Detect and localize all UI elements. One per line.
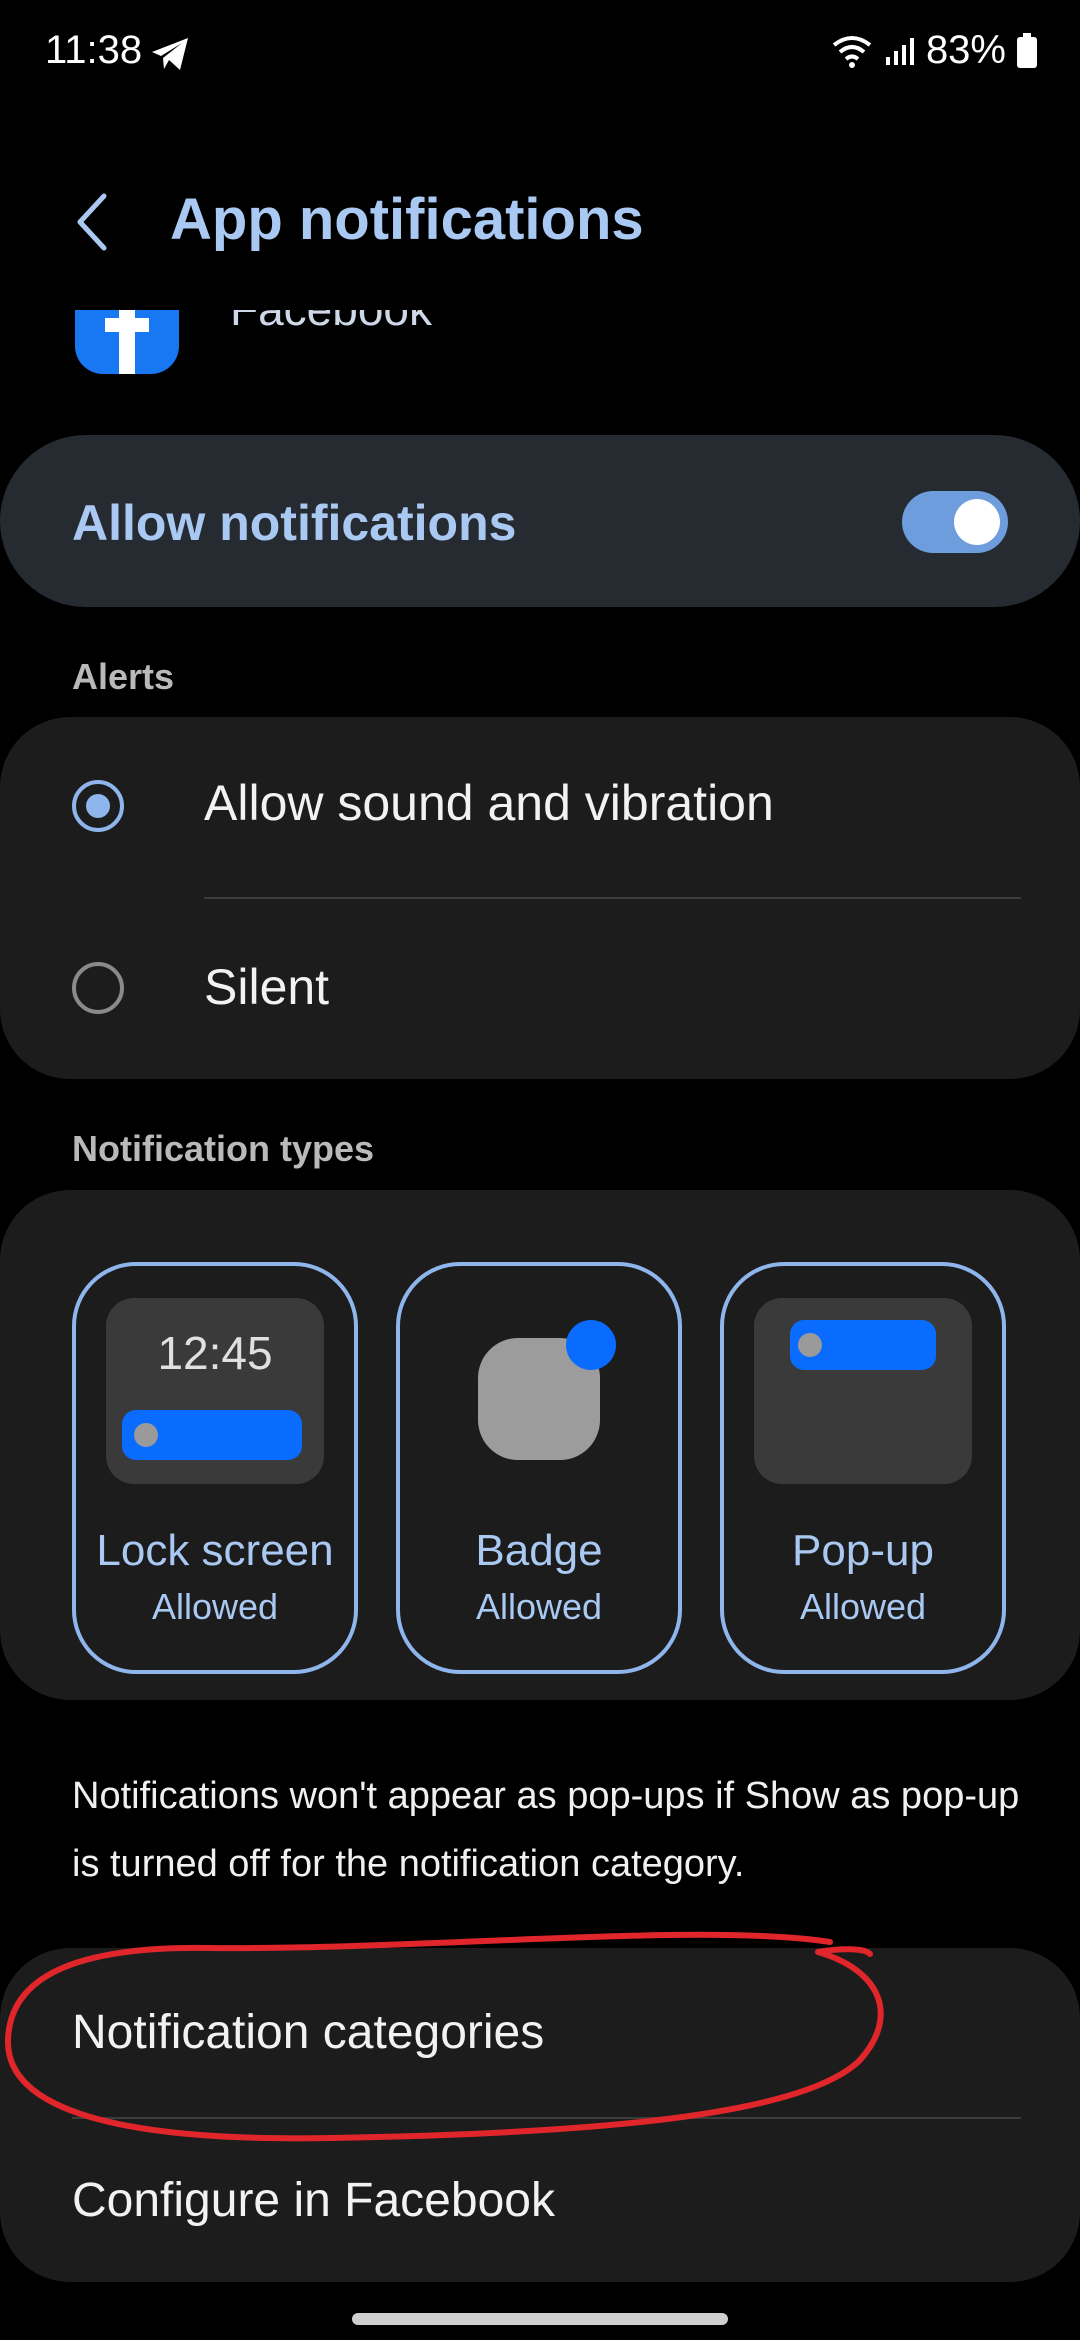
tile-name: Badge bbox=[475, 1526, 603, 1575]
tile-name: Lock screen bbox=[96, 1526, 334, 1575]
tile-status: Allowed bbox=[151, 1586, 279, 1627]
status-time: 11:38 bbox=[45, 28, 143, 72]
tile-badge[interactable]: Badge Allowed bbox=[396, 1262, 682, 1674]
option-sound-vibration[interactable]: Allow sound and vibration bbox=[204, 774, 774, 832]
facebook-icon bbox=[75, 310, 179, 374]
radio-silent[interactable] bbox=[72, 962, 124, 1014]
divider bbox=[204, 897, 1021, 899]
preview-dot bbox=[134, 1423, 158, 1447]
tile-lock-screen[interactable]: 12:45 Lock screen Allowed bbox=[72, 1262, 358, 1674]
lock-screen-preview: 12:45 bbox=[106, 1298, 324, 1484]
tile-name: Pop-up bbox=[792, 1526, 934, 1575]
allow-notifications-toggle[interactable] bbox=[902, 491, 1008, 553]
preview-clock: 12:45 bbox=[157, 1327, 273, 1379]
notification-types-section-label: Notification types bbox=[72, 1128, 375, 1169]
tile-status: Allowed bbox=[799, 1586, 927, 1627]
option-silent[interactable]: Silent bbox=[204, 958, 329, 1016]
badge-dot-icon bbox=[566, 1320, 616, 1370]
popup-preview bbox=[754, 1298, 972, 1484]
preview-dot bbox=[798, 1333, 822, 1357]
alerts-section-label: Alerts bbox=[72, 656, 175, 697]
configure-in-facebook-item[interactable]: Configure in Facebook bbox=[72, 2173, 555, 2228]
toggle-knob bbox=[954, 499, 1000, 545]
allow-notifications-label: Allow notifications bbox=[72, 495, 517, 551]
battery-icon bbox=[1017, 32, 1037, 68]
battery-percent: 83% bbox=[925, 28, 1006, 72]
popup-info-text: Notifications won't appear as pop-ups if… bbox=[72, 1775, 1020, 1885]
home-gesture-bar[interactable] bbox=[352, 2313, 728, 2325]
telegram-icon bbox=[152, 38, 188, 70]
back-icon[interactable] bbox=[72, 190, 112, 254]
page-title: App notifications bbox=[170, 187, 644, 252]
tile-popup[interactable]: Pop-up Allowed bbox=[720, 1262, 1006, 1674]
red-annotation-circle bbox=[4, 1931, 884, 2142]
app-row[interactable]: Facebook bbox=[0, 310, 1080, 400]
radio-sound-vibration[interactable] bbox=[72, 780, 124, 832]
app-name: Facebook bbox=[230, 310, 432, 336]
wifi-icon bbox=[832, 35, 872, 68]
status-icons: 83% bbox=[830, 28, 1038, 73]
tile-status: Allowed bbox=[475, 1586, 603, 1627]
signal-icon bbox=[885, 37, 914, 65]
